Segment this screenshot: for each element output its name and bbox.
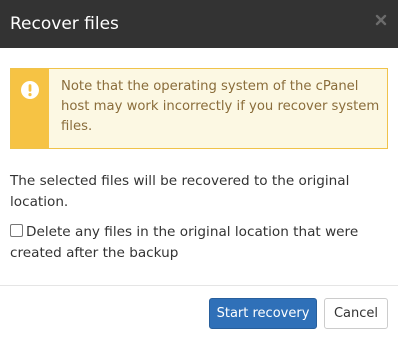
warning-alert: Note that the operating system of the cP… xyxy=(10,68,388,149)
dialog-header: Recover files xyxy=(0,0,398,48)
delete-files-checkbox[interactable] xyxy=(10,224,23,237)
delete-files-label[interactable]: Delete any files in the original locatio… xyxy=(10,224,358,261)
start-recovery-button[interactable]: Start recovery xyxy=(209,298,317,329)
recovery-description: The selected files will be recovered to … xyxy=(10,173,350,210)
alert-message: Note that the operating system of the cP… xyxy=(61,79,380,134)
exclamation-circle-icon xyxy=(21,81,39,99)
delete-files-option[interactable]: Delete any files in the original locatio… xyxy=(10,222,388,264)
cancel-button[interactable]: Cancel xyxy=(324,298,388,329)
dialog-footer: Start recovery Cancel xyxy=(0,285,398,339)
dialog-title: Recover files xyxy=(10,14,119,34)
recover-files-dialog: Recover files Note that the operating sy… xyxy=(0,0,398,339)
alert-icon-bar xyxy=(11,69,49,148)
close-icon[interactable] xyxy=(374,13,388,27)
